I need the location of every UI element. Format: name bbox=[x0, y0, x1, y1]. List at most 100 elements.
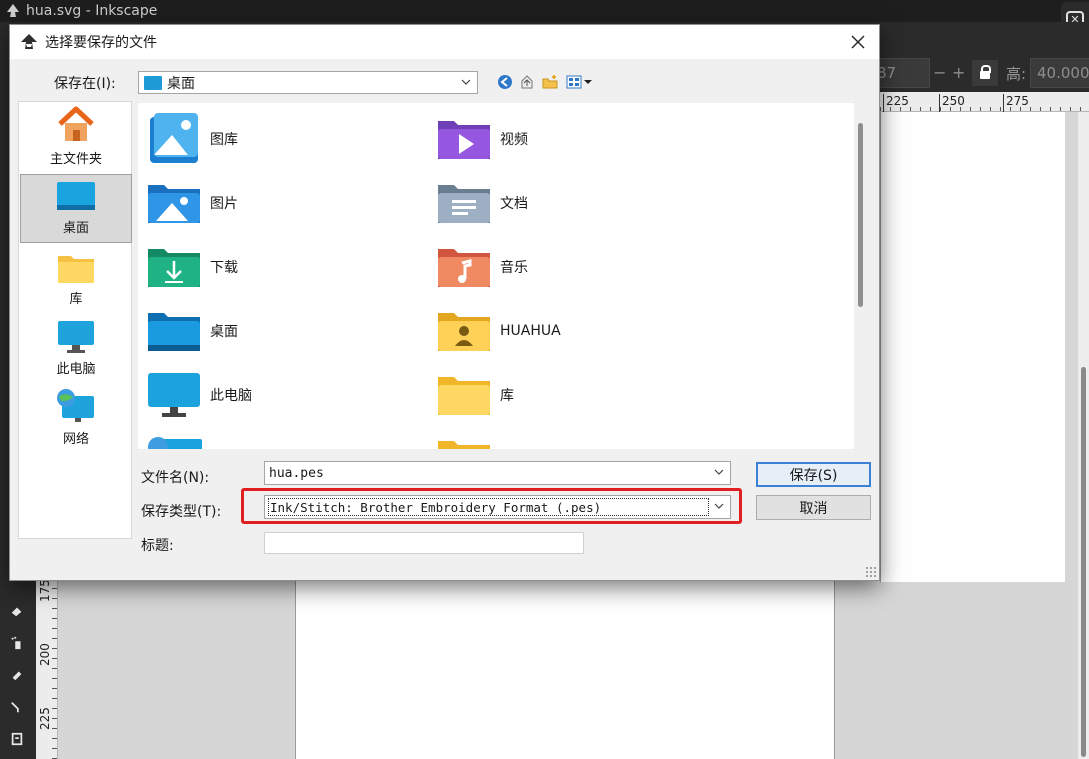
file-label: 库 bbox=[500, 388, 514, 404]
file-item-library[interactable]: 库 bbox=[434, 365, 514, 425]
ruler-tick-label: 275 bbox=[1003, 94, 1029, 112]
place-network[interactable]: 网络 bbox=[20, 384, 132, 453]
downloads-folder-icon bbox=[148, 249, 200, 287]
chevron-down-icon[interactable] bbox=[714, 469, 724, 476]
file-item-documents[interactable]: 文档 bbox=[434, 173, 528, 233]
documents-folder-icon bbox=[438, 185, 490, 223]
gallery-folder-icon bbox=[150, 113, 198, 163]
eraser-tool-icon[interactable] bbox=[8, 666, 26, 684]
ruler-tick-label: 225 bbox=[38, 707, 52, 730]
desktop-folder-icon bbox=[148, 313, 200, 351]
scrollbar-thumb[interactable] bbox=[1081, 367, 1086, 757]
file-item-this-pc[interactable]: 此电脑 bbox=[144, 365, 252, 425]
back-button[interactable] bbox=[496, 73, 514, 91]
lock-ratio-button[interactable] bbox=[972, 60, 998, 86]
tool-palette bbox=[0, 580, 36, 759]
desktop-icon bbox=[144, 75, 162, 90]
library-folder-icon bbox=[58, 256, 94, 283]
document-tool-icon[interactable] bbox=[8, 730, 26, 748]
resize-grip[interactable] bbox=[865, 566, 877, 578]
save-in-value: 桌面 bbox=[167, 75, 195, 92]
lock-icon bbox=[980, 65, 991, 79]
file-label: 视频 bbox=[500, 132, 528, 148]
file-label: 桌面 bbox=[210, 324, 238, 340]
filename-label: 文件名(N): bbox=[141, 470, 210, 486]
place-label: 主文件夹 bbox=[49, 152, 102, 167]
close-button[interactable] bbox=[847, 31, 869, 53]
height-label: 高: bbox=[1006, 65, 1027, 83]
file-label: 音乐 bbox=[500, 260, 528, 276]
title-input[interactable] bbox=[264, 532, 584, 554]
places-bar: 主文件夹 桌面 库 此电脑 网络 bbox=[18, 101, 132, 539]
up-folder-icon bbox=[521, 75, 533, 89]
ruler-tick-label: 175 bbox=[38, 579, 52, 602]
file-list-scrollbar-thumb[interactable] bbox=[858, 123, 863, 307]
title-label: 标题: bbox=[141, 538, 174, 554]
filetype-label: 保存类型(T): bbox=[141, 504, 222, 520]
file-label: 下载 bbox=[210, 260, 238, 276]
dialog-titlebar: 选择要保存的文件 bbox=[10, 25, 879, 59]
file-item-music[interactable]: 音乐 bbox=[434, 237, 528, 297]
place-desktop[interactable]: 桌面 bbox=[20, 174, 132, 243]
network-icon bbox=[57, 389, 94, 422]
save-file-dialog: 选择要保存的文件 保存在(I): 桌面 主文件夹 桌面 库 此电脑 网络 图库 … bbox=[9, 24, 880, 581]
page-sheet-right bbox=[880, 112, 1065, 582]
place-label: 桌面 bbox=[62, 221, 89, 236]
save-in-dropdown[interactable]: 桌面 bbox=[138, 71, 478, 94]
file-label: 此电脑 bbox=[210, 388, 252, 404]
file-item-videos[interactable]: 视频 bbox=[434, 109, 528, 169]
music-folder-icon bbox=[438, 249, 490, 287]
pictures-folder-icon bbox=[148, 185, 200, 223]
decrement-button[interactable]: − bbox=[933, 63, 946, 82]
paint-bucket-tool-icon[interactable] bbox=[8, 602, 26, 620]
connector-tool-icon[interactable] bbox=[8, 698, 26, 716]
place-label: 网络 bbox=[62, 432, 89, 447]
filename-value: hua.pes bbox=[269, 465, 324, 481]
annotation-highlight-box bbox=[241, 488, 742, 524]
up-folder-button[interactable] bbox=[518, 73, 536, 91]
place-label: 库 bbox=[69, 292, 83, 307]
dialog-title: 选择要保存的文件 bbox=[45, 35, 157, 51]
file-item-pictures[interactable]: 图片 bbox=[144, 173, 238, 233]
cancel-button[interactable]: 取消 bbox=[756, 495, 871, 520]
window-title: hua.svg - Inkscape bbox=[26, 3, 158, 19]
inkscape-logo-icon bbox=[21, 34, 37, 49]
canvas-vertical-scrollbar[interactable] bbox=[1078, 112, 1089, 759]
file-label: 图片 bbox=[210, 196, 238, 212]
ruler-tick-label: 250 bbox=[939, 94, 965, 112]
folder-icon bbox=[438, 441, 490, 449]
new-folder-button[interactable] bbox=[541, 73, 559, 91]
desktop-icon bbox=[57, 182, 95, 210]
file-label: 图库 bbox=[210, 132, 238, 148]
file-label: HUAHUA bbox=[500, 323, 561, 339]
place-this-pc[interactable]: 此电脑 bbox=[20, 314, 132, 383]
ruler-tick-label: 200 bbox=[38, 643, 52, 666]
save-in-label: 保存在(I): bbox=[54, 76, 116, 92]
computer-icon bbox=[58, 321, 94, 353]
save-button[interactable]: 保存(S) bbox=[756, 462, 871, 487]
back-arrow-icon bbox=[498, 75, 512, 89]
file-item-desktop[interactable]: 桌面 bbox=[144, 301, 238, 361]
file-item-downloads[interactable]: 下载 bbox=[144, 237, 238, 297]
inkscape-logo-icon bbox=[7, 4, 19, 17]
view-menu-button[interactable] bbox=[565, 73, 593, 91]
library-folder-icon bbox=[438, 377, 490, 415]
user-folder-icon bbox=[438, 313, 490, 351]
chevron-down-icon bbox=[461, 79, 471, 85]
file-item-huahua[interactable]: HUAHUA bbox=[434, 301, 561, 361]
app-titlebar: hua.svg - Inkscape bbox=[0, 0, 1089, 22]
network-icon bbox=[148, 437, 202, 449]
ruler-left: 175 200 225 bbox=[36, 579, 58, 759]
place-home[interactable]: 主文件夹 bbox=[20, 104, 132, 173]
increment-button[interactable]: + bbox=[952, 63, 965, 82]
file-label: 文档 bbox=[500, 196, 528, 212]
height-field[interactable]: 40.000 bbox=[1030, 58, 1089, 88]
place-library[interactable]: 库 bbox=[20, 244, 132, 313]
new-folder-icon bbox=[542, 75, 558, 89]
filename-input[interactable]: hua.pes bbox=[264, 461, 731, 485]
computer-icon bbox=[148, 373, 200, 417]
ruler-tick-label: 225 bbox=[883, 94, 909, 112]
file-item-gallery[interactable]: 图库 bbox=[144, 109, 238, 169]
file-list-view[interactable]: 图库 视频 图片 文档 下载 音乐 桌面 HUAHUA 此电脑 库 bbox=[138, 103, 854, 449]
spray-tool-icon[interactable] bbox=[8, 634, 26, 652]
